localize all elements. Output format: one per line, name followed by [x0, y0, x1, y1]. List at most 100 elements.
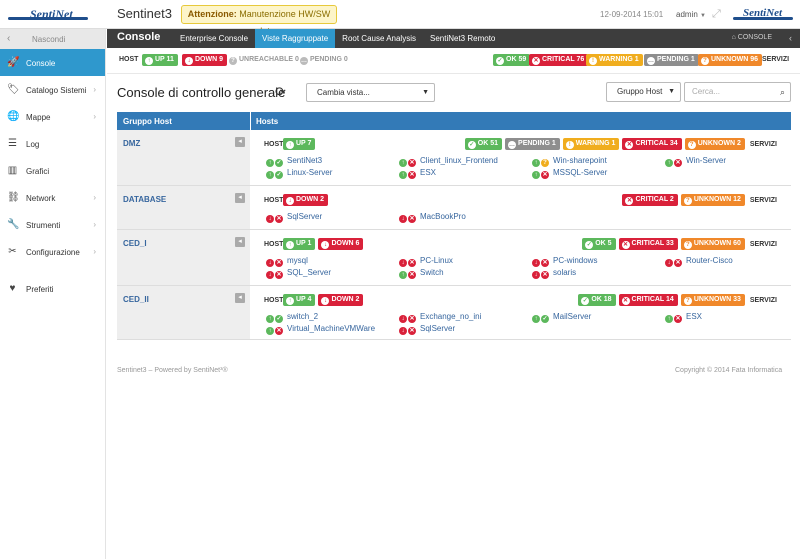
refresh-icon[interactable]: ⟳ — [275, 84, 286, 100]
maintenance-alert[interactable]: Attenzione: Manutenzione HW/SW scaduta — [181, 5, 337, 36]
host-name[interactable]: MacBookPro — [420, 212, 466, 221]
service-status-badge[interactable]: ✕ CRITICAL 34 — [622, 138, 682, 150]
host-status-badge[interactable]: ↓ DOWN 6 — [318, 238, 364, 250]
host-entry[interactable]: ↓ ✕ SqlServer — [399, 324, 455, 335]
host-entry[interactable]: ↓ ✕ MacBookPro — [399, 212, 466, 223]
host-pending[interactable]: … PENDING 0 — [300, 56, 348, 65]
host-entry[interactable]: ↑ ✕ ESX — [399, 168, 436, 179]
chevron-left-icon[interactable]: ‹ — [789, 33, 792, 43]
service-status-badge[interactable]: ✓ OK 51 — [464, 138, 503, 150]
service-status-badge[interactable]: ? UNKNOWN 2 — [684, 138, 745, 150]
service-status-badge[interactable]: ✓ OK 5 — [582, 238, 616, 250]
service-status-badge[interactable]: ! WARNING 1 — [562, 138, 620, 150]
host-entry[interactable]: ↑ ✓ MailServer — [532, 312, 591, 323]
sidebar-item-catalogo-sistemi[interactable]: 🏷 Catalogo Sistemi › — [0, 76, 105, 103]
service-status-badge[interactable]: ✓ OK 18 — [578, 294, 616, 306]
svc-pending-badge[interactable]: … PENDING 1 — [644, 54, 699, 66]
tab-root-cause-analysis[interactable]: Root Cause Analysis — [335, 29, 423, 48]
group-name[interactable]: DMZ — [123, 139, 140, 148]
host-entry[interactable]: ↑ ✓ Linux-Server — [266, 168, 332, 179]
svc-critical-badge[interactable]: ✕ CRITICAL 76 — [529, 54, 589, 66]
user-menu[interactable]: admin ▼ — [676, 10, 706, 19]
host-entry[interactable]: ↑? Win-sharepoint — [532, 156, 607, 167]
host-status-badge[interactable]: ↑ UP 1 — [283, 238, 316, 250]
host-entry[interactable]: ↑ ✕ Virtual_MachineVMWare — [266, 324, 375, 335]
view-select[interactable]: Cambia vista... ▼ — [306, 83, 435, 102]
tab-sentinet3-remoto[interactable]: SentiNet3 Remoto — [423, 29, 502, 48]
host-name[interactable]: switch_2 — [287, 312, 318, 321]
host-unreachable[interactable]: ? UNREACHABLE 0 — [229, 56, 299, 65]
host-name[interactable]: Router-Cisco — [686, 256, 733, 265]
service-status-badge[interactable]: ✕ CRITICAL 2 — [622, 194, 678, 206]
host-status-badge[interactable]: ↑ UP 7 — [283, 138, 316, 150]
host-entry[interactable]: ↑ ✓ SentiNet3 — [266, 156, 322, 167]
service-status-badge[interactable]: ? UNKNOWN 33 — [680, 294, 745, 306]
host-name[interactable]: Exchange_no_ini — [420, 312, 481, 321]
host-name[interactable]: Client_linux_Frontend — [420, 156, 498, 165]
host-name[interactable]: ESX — [420, 168, 436, 177]
host-entry[interactable]: ↑ ✕ Win-Server — [665, 156, 726, 167]
group-name[interactable]: CED_II — [123, 295, 149, 304]
sidebar-item-console[interactable]: 🚀 Console — [0, 49, 105, 76]
host-entry[interactable]: ↓ ✕ SQL_Server — [266, 268, 331, 279]
sidebar-hide-toggle[interactable]: ‹ Nascondi — [0, 29, 105, 49]
host-name[interactable]: solaris — [553, 268, 576, 277]
service-status-badge[interactable]: ? UNKNOWN 60 — [680, 238, 745, 250]
host-entry[interactable]: ↑ ✕ ESX — [665, 312, 702, 323]
host-entry[interactable]: ↑ ✕ Client_linux_Frontend — [399, 156, 498, 167]
host-entry[interactable]: ↓ ✕ solaris — [532, 268, 576, 279]
svc-warning-badge[interactable]: ! WARNING 1 — [586, 54, 643, 66]
host-name[interactable]: MailServer — [553, 312, 591, 321]
tab-enterprise-console[interactable]: Enterprise Console — [173, 29, 255, 48]
host-entry[interactable]: ↑ ✓ switch_2 — [266, 312, 318, 323]
host-up-badge[interactable]: ↑ UP 11 — [142, 54, 178, 66]
host-name[interactable]: MSSQL-Server — [553, 168, 607, 177]
sidebar-item-preferiti[interactable]: ♥ Preferiti — [0, 275, 105, 302]
search-input[interactable]: Cerca... ⌕ — [684, 82, 791, 102]
search-icon[interactable]: ⌕ — [780, 83, 785, 101]
collapse-toggle-icon[interactable]: ◂ — [235, 237, 245, 247]
svc-ok-badge[interactable]: ✓ OK 59 — [493, 54, 531, 66]
host-entry[interactable]: ↓ ✕ Router-Cisco — [665, 256, 733, 267]
host-entry[interactable]: ↓ ✕ PC-Linux — [399, 256, 453, 267]
host-entry[interactable]: ↓ ✕ mysql — [266, 256, 308, 267]
host-down-badge[interactable]: ↓ DOWN 9 — [182, 54, 227, 66]
host-entry[interactable]: ↓ ✕ Exchange_no_ini — [399, 312, 481, 323]
sidebar-item-log[interactable]: ☰ Log — [0, 130, 105, 157]
host-status-badge[interactable]: ↓ DOWN 2 — [283, 194, 328, 206]
host-name[interactable]: SqlServer — [420, 324, 455, 333]
host-name[interactable]: SqlServer — [287, 212, 322, 221]
host-name[interactable]: SQL_Server — [287, 268, 331, 277]
host-entry[interactable]: ↑ ✕ MSSQL-Server — [532, 168, 607, 179]
sidebar-item-grafici[interactable]: ▥ Grafici — [0, 157, 105, 184]
sidebar-item-configurazione[interactable]: ✂ Configurazione › — [0, 238, 105, 265]
sidebar-item-network[interactable]: ⛓ Network › — [0, 184, 105, 211]
breadcrumb[interactable]: ⌂ CONSOLE — [732, 34, 772, 41]
service-status-badge[interactable]: ✕ CRITICAL 33 — [618, 238, 678, 250]
group-name[interactable]: DATABASE — [123, 195, 166, 204]
host-status-badge[interactable]: ↓ DOWN 2 — [318, 294, 364, 306]
host-name[interactable]: SentiNet3 — [287, 156, 322, 165]
host-entry[interactable]: ↓ ✕ SqlServer — [266, 212, 322, 223]
host-status-badge[interactable]: ↑ UP 4 — [283, 294, 316, 306]
service-status-badge[interactable]: … PENDING 1 — [505, 138, 560, 150]
host-entry[interactable]: ↑ ✕ Switch — [399, 268, 444, 279]
collapse-toggle-icon[interactable]: ◂ — [235, 293, 245, 303]
host-name[interactable]: ESX — [686, 312, 702, 321]
host-name[interactable]: Virtual_MachineVMWare — [287, 324, 375, 333]
group-name[interactable]: CED_I — [123, 239, 147, 248]
host-name[interactable]: PC-Linux — [420, 256, 453, 265]
group-select[interactable]: Gruppo Host ▼ — [606, 82, 681, 102]
collapse-toggle-icon[interactable]: ◂ — [235, 137, 245, 147]
service-status-badge[interactable]: ? UNKNOWN 12 — [680, 194, 745, 206]
host-name[interactable]: Linux-Server — [287, 168, 332, 177]
navbar-brand[interactable]: Console — [117, 31, 160, 43]
host-name[interactable]: PC-windows — [553, 256, 597, 265]
collapse-toggle-icon[interactable]: ◂ — [235, 193, 245, 203]
sidebar-item-strumenti[interactable]: 🔧 Strumenti › — [0, 211, 105, 238]
tab-viste-raggruppate[interactable]: Viste Raggruppate — [255, 29, 336, 48]
fullscreen-icon[interactable]: ⤢ — [712, 8, 721, 21]
host-name[interactable]: Win-Server — [686, 156, 726, 165]
sidebar-item-mappe[interactable]: 🌐 Mappe › — [0, 103, 105, 130]
service-status-badge[interactable]: ✕ CRITICAL 14 — [618, 294, 678, 306]
